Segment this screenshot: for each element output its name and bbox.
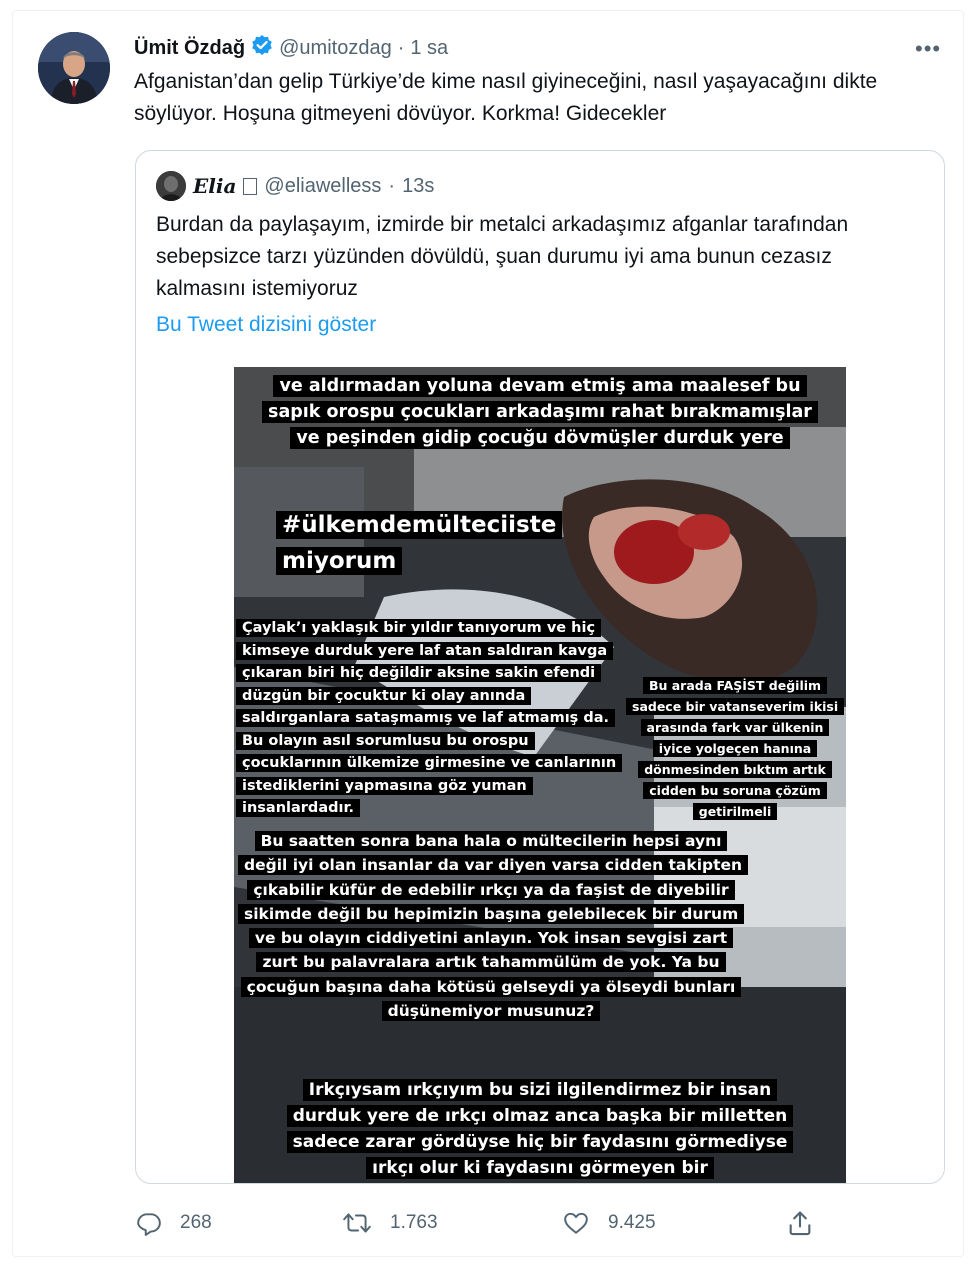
overlay-text-left: Çaylak’ı yaklaşık bir yıldır tanıyorum v…	[236, 617, 624, 820]
heart-icon	[562, 1210, 590, 1236]
retweet-count: 1.763	[390, 1212, 438, 1233]
quoted-tweet-media[interactable]: ve aldırmadan yoluna devam etmiş ama maa…	[234, 367, 846, 1183]
overlay-text-right: Bu arada FAŞİST değilim sadece bir vatan…	[626, 675, 845, 822]
separator-dot: ·	[388, 174, 396, 197]
quoted-tweet-header: Elia @eliawelless · 13s	[156, 171, 434, 201]
reply-icon	[136, 1210, 162, 1236]
retweet-icon	[342, 1210, 372, 1236]
author-avatar[interactable]	[38, 32, 110, 104]
tweet-header: Ümit Özdağ @umitozdag · 1 sa	[134, 34, 448, 62]
quoted-tweet[interactable]: Elia @eliawelless · 13s Burdan da paylaş…	[135, 150, 945, 1184]
author-name[interactable]: Ümit Özdağ	[134, 37, 245, 60]
overlay-text-top: ve aldırmadan yoluna devam etmiş ama maa…	[254, 373, 826, 451]
overlay-text-bottom: Irkçıysam ırkçıyım bu sizi ilgilendirmez…	[272, 1077, 808, 1181]
show-thread-link[interactable]: Bu Tweet dizisini göster	[156, 313, 376, 337]
quoted-author-name[interactable]: Elia	[193, 174, 236, 198]
separator-dot: ·	[397, 36, 405, 59]
like-count: 9.425	[608, 1212, 656, 1233]
more-options-icon[interactable]: •••	[915, 36, 941, 62]
missing-glyph-icon	[243, 177, 258, 195]
like-action[interactable]: 9.425	[562, 1207, 656, 1239]
quoted-author-handle[interactable]: @eliawelless	[264, 175, 381, 198]
share-action[interactable]	[786, 1207, 814, 1239]
quoted-tweet-text: Burdan da paylaşayım, izmirde bir metalc…	[156, 213, 849, 300]
retweet-action[interactable]: 1.763	[342, 1207, 438, 1239]
verified-badge-icon	[251, 34, 273, 62]
tweet-text: Afganistan’dan gelip Türkiye’de kime nas…	[134, 70, 878, 125]
reply-action[interactable]: 268	[136, 1207, 212, 1239]
reply-count: 268	[180, 1212, 212, 1233]
share-icon	[786, 1209, 814, 1237]
quoted-author-avatar[interactable]	[156, 171, 186, 201]
quoted-tweet-timestamp[interactable]: 13s	[402, 175, 434, 198]
tweet-timestamp[interactable]: 1 sa	[410, 37, 448, 60]
author-handle[interactable]: @umitozdag	[279, 37, 392, 60]
overlay-hashtag: #ülkemdemülteciiste miyorum	[276, 507, 576, 579]
overlay-text-middle: Bu saatten sonra bana hala o mültecileri…	[238, 829, 749, 1023]
